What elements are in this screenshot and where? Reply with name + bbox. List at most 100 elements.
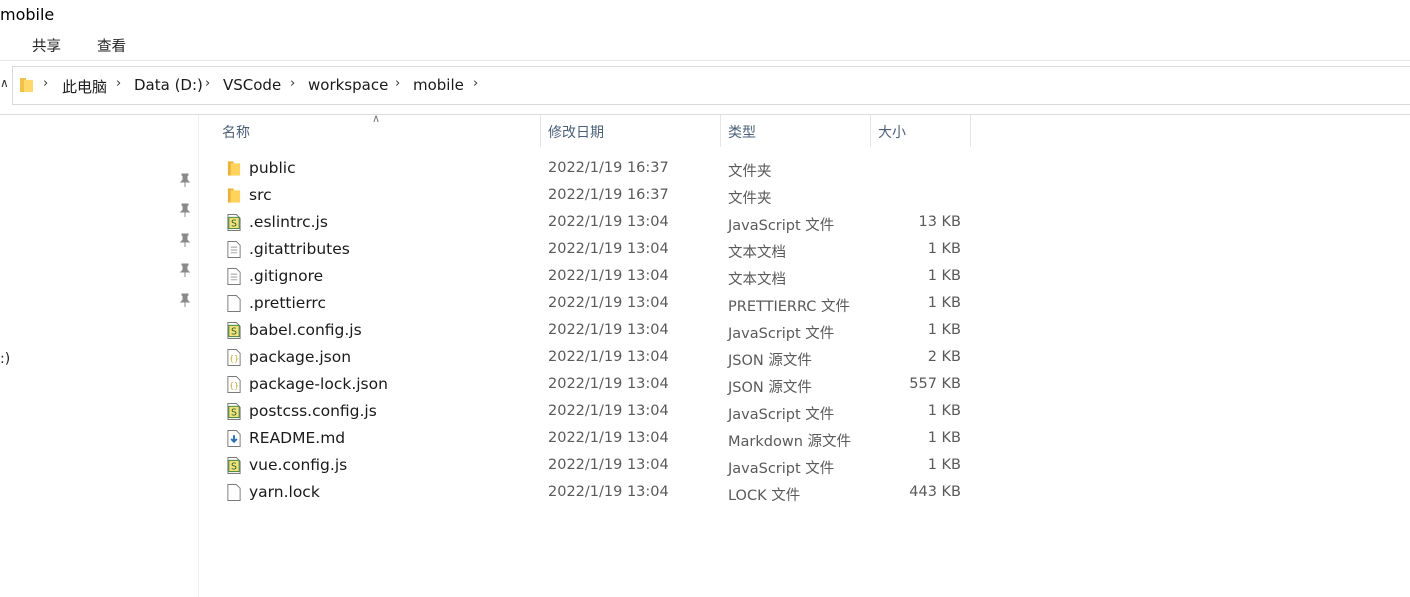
file-name: .prettierrc xyxy=(249,294,326,312)
column-header-type[interactable]: 类型 xyxy=(728,122,756,142)
file-date: 2022/1/19 13:04 xyxy=(548,349,669,365)
file-row[interactable]: src 2022/1/19 16:37 文件夹 xyxy=(220,182,980,209)
js-file-icon: S xyxy=(227,457,241,474)
file-name: package.json xyxy=(249,348,352,366)
pin-icon[interactable] xyxy=(179,293,191,307)
file-row[interactable]: .prettierrc 2022/1/19 13:04 PRETTIERRC 文件 1… xyxy=(220,290,980,317)
file-size: 443 KB xyxy=(909,484,961,500)
file-type: JavaScript 文件 xyxy=(728,218,835,234)
ribbon-tab-share[interactable]: 共享 xyxy=(32,35,61,56)
file-date: 2022/1/19 16:37 xyxy=(548,187,669,203)
file-row[interactable]: S .eslintrc.js 2022/1/19 13:04 JavaScript 文… xyxy=(220,209,980,236)
column-divider[interactable] xyxy=(720,115,721,147)
chevron-right-icon[interactable]: › xyxy=(116,76,121,91)
file-type: 文件夹 xyxy=(728,191,772,207)
file-date: 2022/1/19 13:04 xyxy=(548,403,669,419)
nav-pane-divider[interactable] xyxy=(198,115,199,597)
pin-icon[interactable] xyxy=(179,263,191,277)
pin-icon[interactable] xyxy=(179,203,191,217)
file-date: 2022/1/19 13:04 xyxy=(548,268,669,284)
chevron-right-icon[interactable]: › xyxy=(290,76,295,91)
file-type: LOCK 文件 xyxy=(728,488,801,504)
svg-text:{}: {} xyxy=(229,381,239,390)
ribbon-tab-view[interactable]: 查看 xyxy=(97,35,126,56)
file-name: yarn.lock xyxy=(249,483,320,501)
file-type: 文本文档 xyxy=(728,272,786,288)
file-date: 2022/1/19 13:04 xyxy=(548,295,669,311)
file-row[interactable]: {} package-lock.json 2022/1/19 13:04 JSON 源… xyxy=(220,371,980,398)
toolbar-divider xyxy=(0,114,1410,115)
breadcrumb-this-pc[interactable]: 此电脑 xyxy=(62,76,107,97)
up-arrow-icon[interactable]: ∧ xyxy=(0,76,9,90)
file-type: JavaScript 文件 xyxy=(728,407,835,423)
file-size: 1 KB xyxy=(927,322,961,338)
file-row[interactable]: .gitattributes 2022/1/19 13:04 文本文档 1 KB xyxy=(220,236,980,263)
file-size: 2 KB xyxy=(927,349,961,365)
text-file-icon xyxy=(227,241,241,258)
column-header-date[interactable]: 修改日期 xyxy=(548,122,604,142)
file-row[interactable]: Spostcss.config.js 2022/1/19 13:04 JavaScr… xyxy=(220,398,980,425)
chevron-right-icon[interactable]: › xyxy=(205,76,210,91)
file-name: package-lock.json xyxy=(249,375,388,393)
chevron-right-icon[interactable]: › xyxy=(395,76,400,91)
file-type: JavaScript 文件 xyxy=(728,461,835,477)
js-file-icon: S xyxy=(227,214,241,231)
column-divider[interactable] xyxy=(970,115,971,147)
markdown-file-icon xyxy=(227,430,241,447)
chevron-right-icon[interactable]: › xyxy=(43,76,48,91)
file-date: 2022/1/19 13:04 xyxy=(548,457,669,473)
blank-file-icon xyxy=(227,295,241,312)
sort-ascending-icon: ∧ xyxy=(372,112,381,125)
file-date: 2022/1/19 13:04 xyxy=(548,322,669,338)
file-row[interactable]: Sbabel.config.js 2022/1/19 13:04 JavaScrip… xyxy=(220,317,980,344)
json-file-icon: {} xyxy=(227,376,241,393)
file-size: 557 KB xyxy=(909,376,961,392)
file-type: PRETTIERRC 文件 xyxy=(728,299,851,315)
file-size: 1 KB xyxy=(927,403,961,419)
breadcrumb-data-drive[interactable]: Data (D:) xyxy=(134,76,203,94)
folder-icon xyxy=(20,78,33,92)
column-divider[interactable] xyxy=(870,115,871,147)
file-size: 1 KB xyxy=(927,295,961,311)
file-name: .gitignore xyxy=(249,267,324,285)
svg-text:S: S xyxy=(231,327,237,338)
column-header-size[interactable]: 大小 xyxy=(878,122,906,142)
file-row[interactable]: .gitignore 2022/1/19 13:04 文本文档 1 KB xyxy=(220,263,980,290)
file-size: 1 KB xyxy=(927,268,961,284)
breadcrumb-mobile[interactable]: mobile xyxy=(413,76,464,94)
chevron-right-icon[interactable]: › xyxy=(473,76,478,91)
file-date: 2022/1/19 13:04 xyxy=(548,241,669,257)
pin-icon[interactable] xyxy=(179,233,191,247)
file-name: public xyxy=(249,159,296,177)
breadcrumb-workspace[interactable]: workspace xyxy=(308,76,388,94)
js-file-icon: S xyxy=(227,403,241,420)
column-divider[interactable] xyxy=(540,115,541,147)
js-file-icon: S xyxy=(227,322,241,339)
file-row[interactable]: README.md 2022/1/19 13:04 Markdown 源文件 1 KB xyxy=(220,425,980,452)
file-name: src xyxy=(249,186,272,204)
column-header-name[interactable]: 名称 xyxy=(222,122,250,142)
svg-text:{}: {} xyxy=(229,354,239,363)
file-size: 1 KB xyxy=(927,457,961,473)
address-bar[interactable] xyxy=(12,66,1410,105)
text-file-icon xyxy=(227,268,241,285)
pin-icon[interactable] xyxy=(179,173,191,187)
file-row[interactable]: yarn.lock 2022/1/19 13:04 LOCK 文件 443 KB xyxy=(220,479,980,506)
file-type: 文本文档 xyxy=(728,245,786,261)
svg-text:S: S xyxy=(231,219,237,230)
json-file-icon: {} xyxy=(227,349,241,366)
file-type: JavaScript 文件 xyxy=(728,326,835,342)
file-row[interactable]: {} package.json 2022/1/19 13:04 JSON 源文件 2 K… xyxy=(220,344,980,371)
svg-text:S: S xyxy=(231,462,237,473)
breadcrumb-vscode[interactable]: VSCode xyxy=(223,76,281,94)
file-date: 2022/1/19 13:04 xyxy=(548,484,669,500)
file-name: babel.config.js xyxy=(249,321,362,339)
file-date: 2022/1/19 13:04 xyxy=(548,214,669,230)
blank-file-icon xyxy=(227,484,241,501)
file-date: 2022/1/19 13:04 xyxy=(548,376,669,392)
file-name: postcss.config.js xyxy=(249,402,377,420)
file-date: 2022/1/19 16:37 xyxy=(548,160,669,176)
nav-item-partial[interactable]: :) xyxy=(0,351,10,367)
file-row[interactable]: Svue.config.js 2022/1/19 13:04 JavaScript … xyxy=(220,452,980,479)
file-row[interactable]: public 2022/1/19 16:37 文件夹 xyxy=(220,155,980,182)
